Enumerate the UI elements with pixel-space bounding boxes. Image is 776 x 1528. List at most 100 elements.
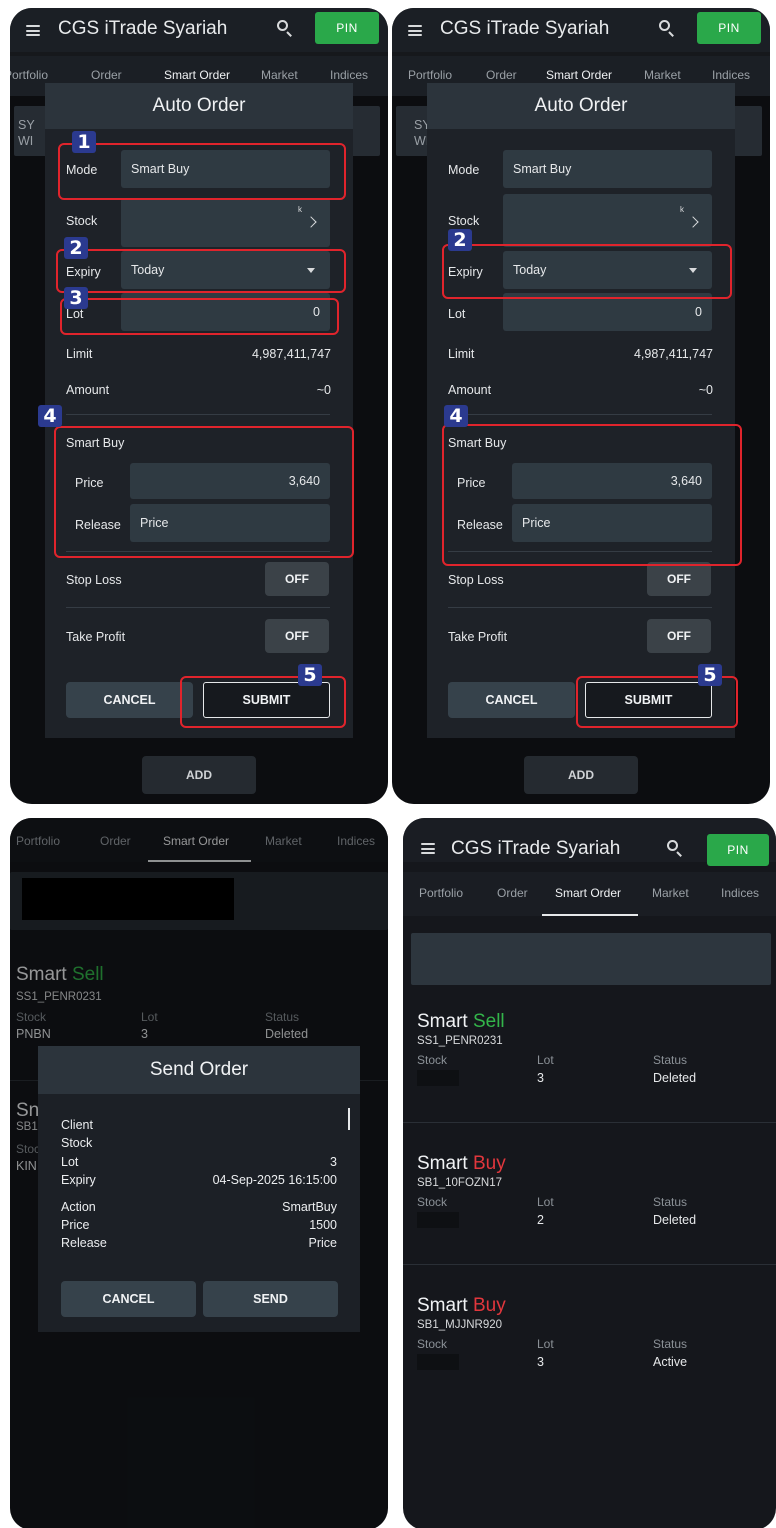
menu-icon[interactable] bbox=[421, 843, 435, 854]
app-header: CGS iTrade Syariah PIN bbox=[403, 818, 776, 866]
list-separator bbox=[403, 1264, 776, 1265]
expiry-value: 04-Sep-2025 16:15:00 bbox=[212, 1173, 337, 1187]
step-badge-1: 1 bbox=[72, 131, 96, 153]
mode-value: Smart Buy bbox=[513, 162, 572, 176]
lot-value: 3 bbox=[330, 1155, 337, 1169]
tab-order[interactable]: Order bbox=[91, 68, 122, 82]
step-badge-5: 5 bbox=[298, 664, 322, 686]
redacted-stock bbox=[417, 1212, 459, 1228]
lot-header: Lot bbox=[537, 1195, 554, 1209]
app-title: CGS iTrade Syariah bbox=[451, 838, 621, 859]
order-prefix: Smart bbox=[417, 1295, 468, 1316]
search-icon[interactable] bbox=[277, 20, 295, 38]
lot-header: Lot bbox=[537, 1053, 554, 1067]
highlight-expiry bbox=[442, 244, 732, 299]
step-badge-2: 2 bbox=[448, 229, 472, 251]
menu-icon[interactable] bbox=[408, 25, 422, 36]
chevron-right-icon bbox=[687, 216, 699, 228]
status-value: Deleted bbox=[653, 1071, 697, 1085]
limit-value: 4,987,411,747 bbox=[633, 347, 713, 361]
status-header: Status bbox=[653, 1337, 688, 1351]
step-badge-5: 5 bbox=[698, 664, 722, 686]
stock-header: Stock bbox=[417, 1337, 448, 1351]
cancel-button[interactable]: CANCEL bbox=[66, 682, 193, 718]
lot-value: 3 bbox=[537, 1355, 544, 1369]
tab-portfolio[interactable]: Portfolio bbox=[419, 886, 463, 900]
tab-portfolio[interactable]: Portfolio bbox=[10, 68, 48, 82]
amount-label: Amount bbox=[448, 383, 492, 397]
order-side: Buy bbox=[472, 1153, 506, 1174]
tab-market[interactable]: Market bbox=[644, 68, 681, 82]
action-value: SmartBuy bbox=[282, 1200, 337, 1214]
take-profit-toggle[interactable]: OFF bbox=[265, 619, 329, 653]
limit-value: 4,987,411,747 bbox=[251, 347, 331, 361]
stock-label: Stock bbox=[448, 214, 480, 228]
order-title: Smart Buy bbox=[417, 1295, 506, 1317]
search-icon[interactable] bbox=[667, 840, 685, 858]
tab-smart-order[interactable]: Smart Order bbox=[546, 68, 612, 82]
tab-portfolio[interactable]: Portfolio bbox=[408, 68, 452, 82]
amount-value: ~0 bbox=[698, 383, 713, 397]
tab-indices[interactable]: Indices bbox=[330, 68, 368, 82]
add-button[interactable]: ADD bbox=[142, 756, 256, 794]
action-label: Action bbox=[61, 1200, 96, 1214]
take-profit-toggle[interactable]: OFF bbox=[647, 619, 711, 653]
divider bbox=[448, 607, 712, 608]
tab-order[interactable]: Order bbox=[486, 68, 517, 82]
active-tab-indicator bbox=[542, 914, 638, 916]
send-button[interactable]: SEND bbox=[203, 1281, 338, 1317]
tab-bar: Portfolio Order Smart Order Market Indic… bbox=[403, 872, 776, 916]
stock-input[interactable]: k bbox=[121, 198, 330, 247]
send-order-dialog: Send Order Client Stock Lot 3 Expiry 04-… bbox=[38, 1046, 360, 1332]
tab-indices[interactable]: Indices bbox=[721, 886, 759, 900]
tab-smart-order[interactable]: Smart Order bbox=[164, 68, 230, 82]
release-label: Release bbox=[61, 1236, 107, 1250]
lot-value: 2 bbox=[537, 1213, 544, 1227]
stock-input[interactable]: k bbox=[503, 194, 712, 247]
app-header: CGS iTrade Syariah PIN bbox=[392, 8, 770, 52]
stop-loss-toggle[interactable]: OFF bbox=[265, 562, 329, 596]
cancel-button[interactable]: CANCEL bbox=[61, 1281, 196, 1317]
release-value: Price bbox=[308, 1236, 337, 1250]
dialog-title: Send Order bbox=[38, 1046, 360, 1094]
scrollbar[interactable] bbox=[348, 1108, 350, 1130]
tab-indices[interactable]: Indices bbox=[712, 68, 750, 82]
background-fragment: WI bbox=[18, 134, 34, 148]
step-badge-3: 3 bbox=[64, 287, 88, 309]
highlight-lot bbox=[60, 298, 339, 335]
divider bbox=[448, 414, 712, 415]
order-prefix: Smart bbox=[417, 1011, 468, 1032]
lot-header: Lot bbox=[537, 1337, 554, 1351]
dialog-title: Auto Order bbox=[45, 83, 353, 129]
order-id: SB1_10FOZN17 bbox=[417, 1177, 503, 1189]
menu-icon[interactable] bbox=[26, 25, 40, 36]
lot-value: 3 bbox=[537, 1071, 544, 1085]
mode-label: Mode bbox=[448, 163, 480, 177]
client-label: Client bbox=[61, 1118, 93, 1132]
amount-value: ~0 bbox=[316, 383, 331, 397]
take-profit-label: Take Profit bbox=[66, 630, 126, 644]
tab-order[interactable]: Order bbox=[497, 886, 528, 900]
dialog-title: Auto Order bbox=[427, 83, 735, 129]
pin-button[interactable]: PIN bbox=[315, 12, 379, 44]
pin-button[interactable]: PIN bbox=[707, 834, 769, 866]
cancel-button[interactable]: CANCEL bbox=[448, 682, 575, 718]
order-side: Sell bbox=[472, 1011, 505, 1032]
tab-market[interactable]: Market bbox=[652, 886, 689, 900]
highlight-smart-buy bbox=[54, 426, 354, 558]
divider bbox=[66, 607, 330, 608]
panel-auto-order-annotated: CGS iTrade Syariah PIN Portfolio Order S… bbox=[10, 8, 388, 804]
tab-market[interactable]: Market bbox=[261, 68, 298, 82]
mode-select[interactable]: Smart Buy bbox=[503, 150, 712, 188]
divider bbox=[66, 414, 330, 415]
search-icon[interactable] bbox=[659, 20, 677, 38]
search-bar[interactable] bbox=[411, 933, 771, 985]
tab-smart-order[interactable]: Smart Order bbox=[555, 886, 621, 900]
expiry-label: Expiry bbox=[61, 1173, 96, 1187]
stock-header: Stock bbox=[417, 1195, 448, 1209]
stop-loss-toggle[interactable]: OFF bbox=[647, 562, 711, 596]
status-header: Status bbox=[653, 1195, 688, 1209]
pin-button[interactable]: PIN bbox=[697, 12, 761, 44]
add-button[interactable]: ADD bbox=[524, 756, 638, 794]
step-badge-2: 2 bbox=[64, 237, 88, 259]
